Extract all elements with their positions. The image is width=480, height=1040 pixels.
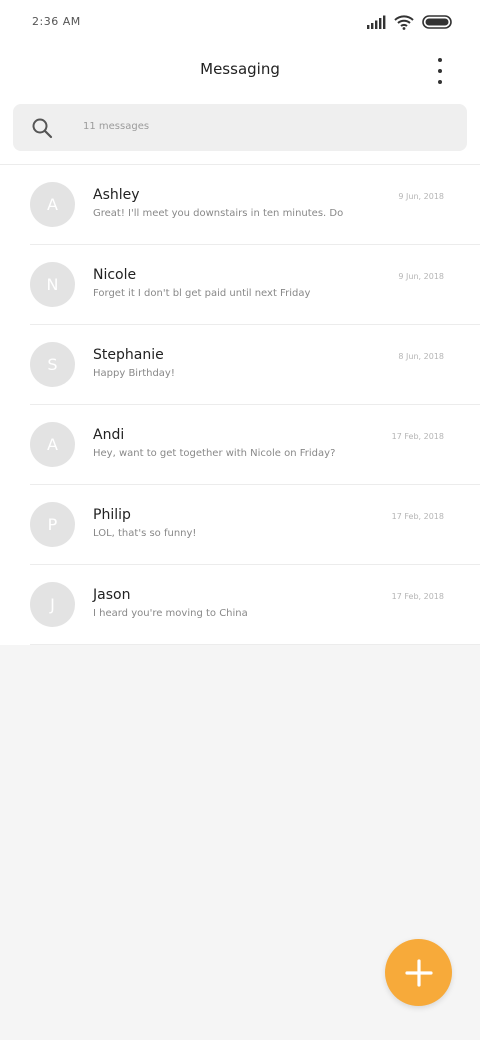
avatar: A bbox=[30, 182, 75, 227]
divider bbox=[30, 644, 480, 645]
status-time: 2:36 AM bbox=[32, 15, 81, 28]
messaging-app: 2:36 AM Messaging 11 messages A Ashley G… bbox=[0, 0, 480, 1040]
contact-name: Andi bbox=[93, 427, 125, 443]
menu-dot bbox=[438, 69, 442, 73]
message-date: 9 Jun, 2018 bbox=[398, 272, 444, 281]
search-input[interactable]: 11 messages bbox=[83, 121, 149, 132]
contact-name: Philip bbox=[93, 507, 131, 523]
search-bar[interactable]: 11 messages bbox=[13, 104, 467, 151]
avatar: A bbox=[30, 422, 75, 467]
status-bar: 2:36 AM bbox=[0, 0, 480, 44]
conversation-item[interactable]: S Stephanie Happy Birthday! 8 Jun, 2018 bbox=[0, 325, 480, 405]
menu-dot bbox=[438, 58, 442, 62]
message-date: 9 Jun, 2018 bbox=[398, 192, 444, 201]
page-title: Messaging bbox=[200, 60, 280, 78]
conversation-list: A Ashley Great! I'll meet you downstairs… bbox=[0, 165, 480, 645]
search-icon bbox=[32, 118, 53, 139]
avatar: S bbox=[30, 342, 75, 387]
message-snippet: I heard you're moving to China bbox=[93, 608, 248, 619]
message-date: 17 Feb, 2018 bbox=[391, 512, 444, 521]
menu-dot bbox=[438, 80, 442, 84]
contact-name: Jason bbox=[93, 587, 131, 603]
conversation-item[interactable]: A Ashley Great! I'll meet you downstairs… bbox=[0, 165, 480, 245]
contact-name: Nicole bbox=[93, 267, 137, 283]
content-panel: 2:36 AM Messaging 11 messages A Ashley G… bbox=[0, 0, 480, 645]
battery-icon bbox=[422, 15, 452, 29]
contact-name: Ashley bbox=[93, 187, 140, 203]
message-snippet: Hey, want to get together with Nicole on… bbox=[93, 448, 336, 459]
avatar: J bbox=[30, 582, 75, 627]
conversation-item[interactable]: J Jason I heard you're moving to China 1… bbox=[0, 565, 480, 645]
message-snippet: Happy Birthday! bbox=[93, 368, 175, 379]
conversation-item[interactable]: A Andi Hey, want to get together with Ni… bbox=[0, 405, 480, 485]
avatar: N bbox=[30, 262, 75, 307]
message-snippet: LOL, that's so funny! bbox=[93, 528, 197, 539]
new-message-button[interactable] bbox=[385, 939, 452, 1006]
message-date: 17 Feb, 2018 bbox=[391, 432, 444, 441]
more-vertical-icon[interactable] bbox=[430, 58, 450, 84]
avatar: P bbox=[30, 502, 75, 547]
contact-name: Stephanie bbox=[93, 347, 164, 363]
message-date: 8 Jun, 2018 bbox=[398, 352, 444, 361]
status-icons bbox=[366, 13, 452, 31]
message-snippet: Great! I'll meet you downstairs in ten m… bbox=[93, 208, 343, 219]
signal-icon bbox=[367, 15, 386, 29]
conversation-item[interactable]: P Philip LOL, that's so funny! 17 Feb, 2… bbox=[0, 485, 480, 565]
wifi-icon bbox=[394, 14, 414, 30]
message-snippet: Forget it I don't bl get paid until next… bbox=[93, 288, 311, 299]
app-header: Messaging bbox=[0, 44, 480, 96]
message-date: 17 Feb, 2018 bbox=[391, 592, 444, 601]
plus-icon bbox=[404, 958, 433, 987]
conversation-item[interactable]: N Nicole Forget it I don't bl get paid u… bbox=[0, 245, 480, 325]
